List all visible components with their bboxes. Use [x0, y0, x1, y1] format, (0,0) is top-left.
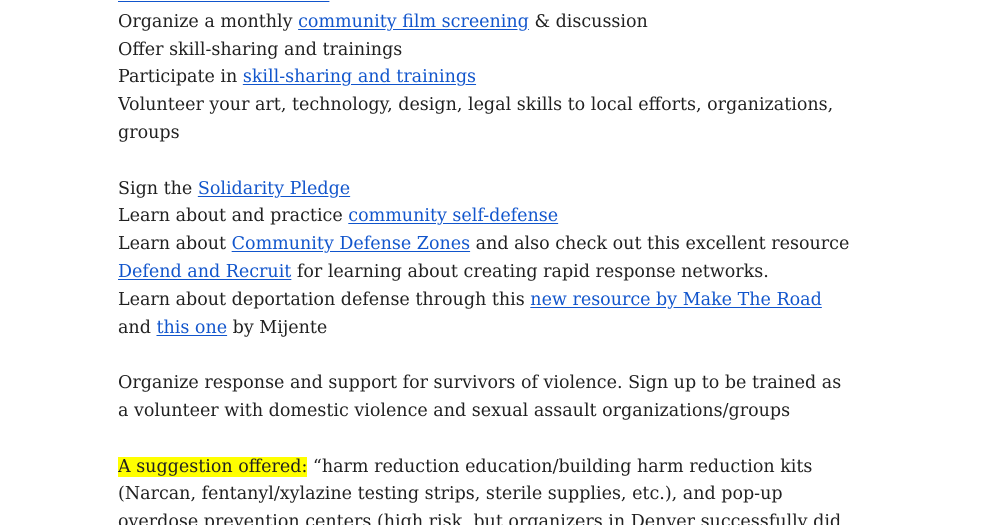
- text-span: Organize a monthly: [118, 11, 299, 32]
- text-span: and also check out this excellent resour…: [470, 234, 850, 255]
- text-span: Offer skill-sharing and trainings: [118, 39, 403, 60]
- text-line: and this one by Mijente: [118, 315, 898, 343]
- document-page: Organize a monthly community film screen…: [118, 0, 898, 525]
- text-line: Learn about Community Defense Zones and …: [118, 231, 898, 259]
- text-line: overdose prevention centers (high risk, …: [118, 509, 898, 525]
- hyperlink[interactable]: this one: [156, 318, 227, 338]
- text-span: groups: [118, 122, 180, 143]
- document-body: Organize a monthly community film screen…: [118, 0, 898, 525]
- hyperlink[interactable]: Defend and Recruit: [118, 262, 291, 282]
- text-span: “harm reduction education/building harm …: [307, 456, 813, 477]
- hyperlink[interactable]: community film screening: [298, 12, 529, 32]
- text-span: (Narcan, fentanyl/xylazine testing strip…: [118, 484, 783, 505]
- text-span: Learn about deportation defense through …: [118, 289, 531, 310]
- text-span: Learn about: [118, 234, 232, 255]
- text-line: (Narcan, fentanyl/xylazine testing strip…: [118, 481, 898, 509]
- hyperlink[interactable]: Community Defense Zones: [232, 234, 470, 254]
- text-span: by Mijente: [227, 317, 328, 338]
- clipped-link[interactable]: [118, 0, 329, 4]
- hyperlink[interactable]: Solidarity Pledge: [198, 179, 350, 199]
- hyperlink[interactable]: new resource by Make The Road: [530, 290, 822, 310]
- text-line: Learn about deportation defense through …: [118, 287, 898, 315]
- text-span: Organize response and support for surviv…: [118, 373, 842, 394]
- text-line: Learn about and practice community self-…: [118, 203, 898, 231]
- text-span: a volunteer with domestic violence and s…: [118, 400, 791, 421]
- text-line: Organize response and support for surviv…: [118, 370, 898, 398]
- text-line: A suggestion offered: “harm reduction ed…: [118, 454, 898, 482]
- text-line: Defend and Recruit for learning about cr…: [118, 259, 898, 287]
- hyperlink[interactable]: community self-defense: [348, 206, 558, 226]
- text-line: Sign the Solidarity Pledge: [118, 176, 898, 204]
- text-line: a volunteer with domestic violence and s…: [118, 398, 898, 426]
- text-line: Volunteer your art, technology, design, …: [118, 92, 898, 120]
- text-line: Offer skill-sharing and trainings: [118, 37, 898, 65]
- text-line: Organize a monthly community film screen…: [118, 9, 898, 37]
- text-line: groups: [118, 120, 898, 148]
- text-span: & discussion: [528, 11, 648, 32]
- clipped-top-line: [118, 0, 898, 9]
- hyperlink[interactable]: skill-sharing and trainings: [243, 67, 476, 87]
- text-line: Participate in skill-sharing and trainin…: [118, 64, 898, 92]
- text-span: and: [118, 317, 157, 338]
- text-span: Participate in: [118, 67, 243, 88]
- text-span: Volunteer your art, technology, design, …: [118, 95, 834, 116]
- text-span: overdose prevention centers (high risk, …: [118, 512, 842, 525]
- highlighted-text: A suggestion offered:: [118, 456, 308, 477]
- text-span: for learning about creating rapid respon…: [291, 261, 769, 282]
- text-span: Learn about and practice: [118, 206, 349, 227]
- text-span: Sign the: [118, 178, 198, 199]
